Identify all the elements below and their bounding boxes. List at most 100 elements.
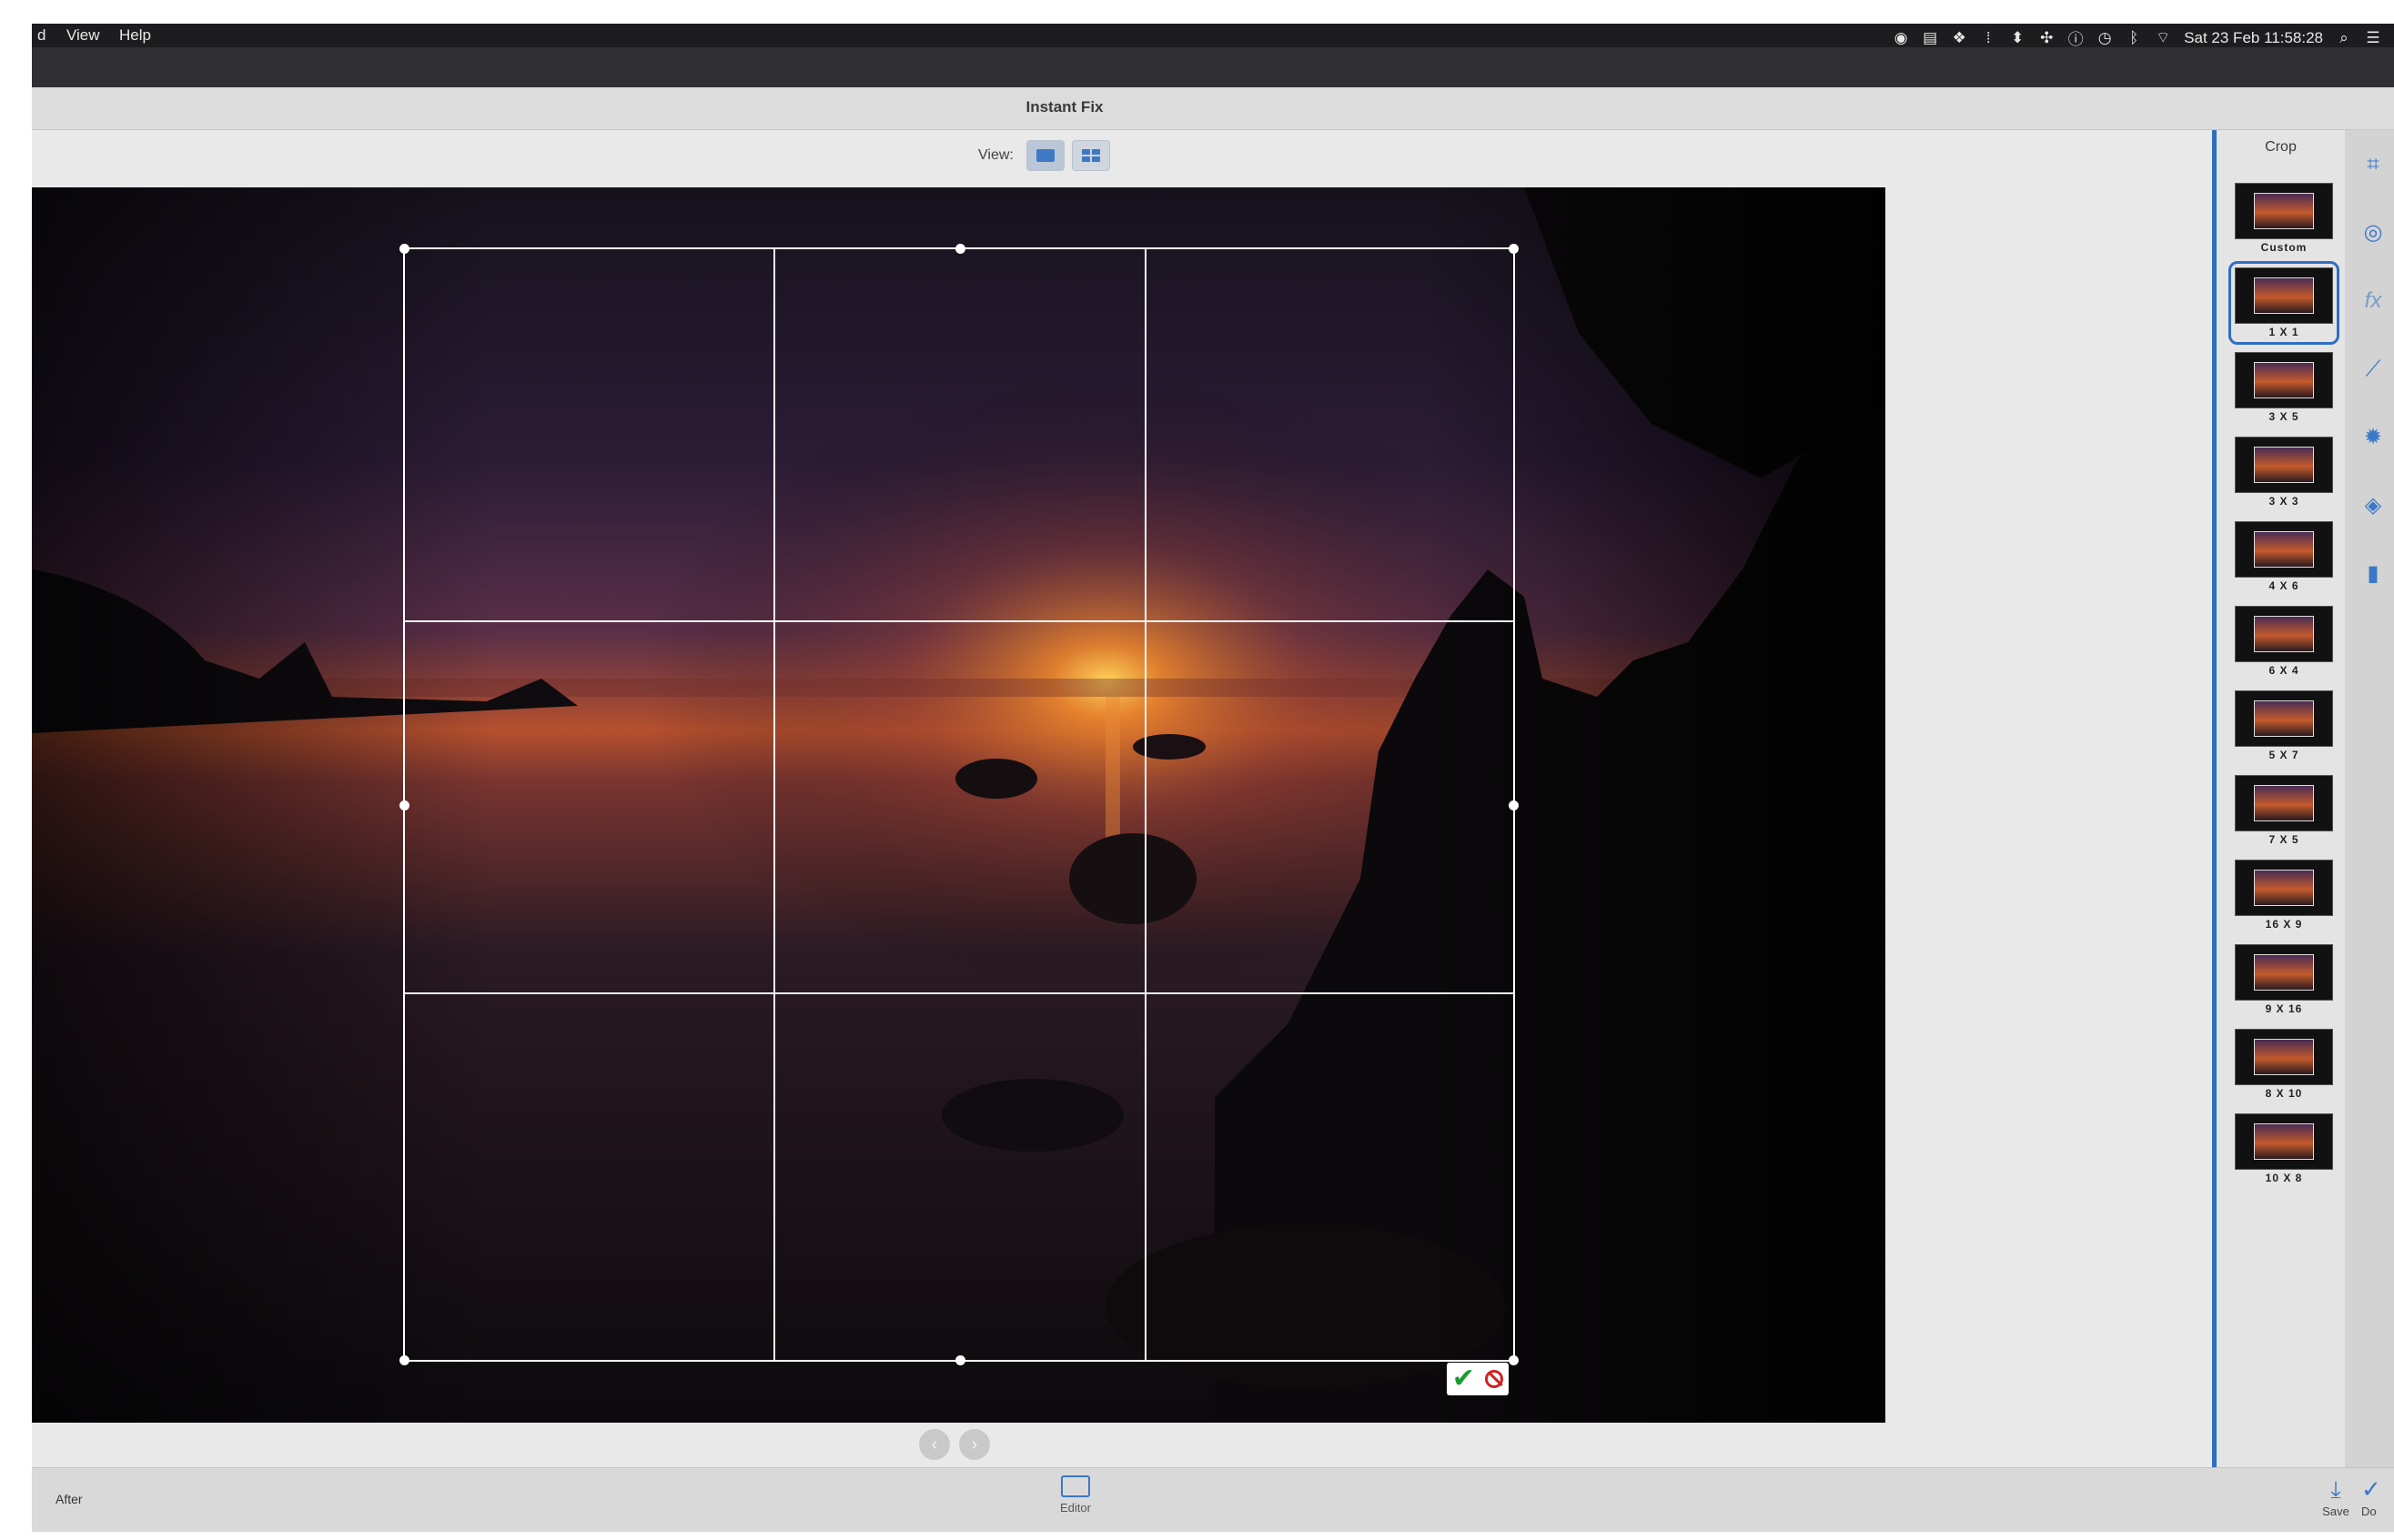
- crop-preset-1x1[interactable]: 1 X 1: [2228, 261, 2339, 345]
- editor-button[interactable]: Editor: [1044, 1475, 1107, 1515]
- preset-thumbnail: [2235, 183, 2333, 239]
- grid-view-icon: [1081, 149, 1100, 162]
- thumbnail-image: [2254, 954, 2314, 991]
- menubar-clock[interactable]: Sat 23 Feb 11:58:28: [2184, 29, 2323, 47]
- crop-box[interactable]: [399, 244, 1519, 1365]
- compare-view-button[interactable]: [1071, 140, 1110, 171]
- grid-line-h1: [405, 620, 1513, 622]
- crop-handle-top-left[interactable]: [399, 244, 409, 254]
- crop-tool-icon[interactable]: ⌗: [2361, 153, 2385, 176]
- color-icon[interactable]: ◈: [2361, 494, 2385, 518]
- photo-pager: ‹ ›: [919, 1429, 990, 1460]
- save-label: Save: [2322, 1505, 2349, 1518]
- effects-fx-icon[interactable]: fx: [2361, 289, 2385, 313]
- dropbox-icon[interactable]: ❖: [1951, 29, 1967, 47]
- grid-line-v2: [1145, 249, 1146, 1360]
- document-icon[interactable]: ▤: [1922, 29, 1938, 47]
- grid-line-h2: [405, 992, 1513, 994]
- single-view-button[interactable]: [1025, 140, 1065, 171]
- camera-icon[interactable]: ◉: [1893, 29, 1909, 47]
- window-title: Instant Fix: [1025, 98, 1104, 116]
- after-toggle-label[interactable]: After: [56, 1492, 83, 1506]
- tool-rail: ⌗ ◎ fx ⟋ ✹ ◈ ▮: [2345, 130, 2394, 1467]
- thumbnail-image: [2254, 616, 2314, 652]
- window-titlebar: Instant Fix: [32, 87, 2394, 130]
- crop-preset-9x16[interactable]: 9 X 16: [2235, 944, 2333, 1015]
- preset-label: 10 X 8: [2265, 1172, 2303, 1184]
- crop-handle-top-right[interactable]: [1509, 244, 1519, 254]
- preset-thumbnail: [2235, 775, 2333, 831]
- cancel-crop-button[interactable]: [1485, 1370, 1504, 1388]
- crop-handle-bottom-left[interactable]: [399, 1355, 409, 1365]
- network-icon[interactable]: ⬍: [2009, 29, 2025, 47]
- crop-handle-bottom[interactable]: [955, 1355, 965, 1365]
- crop-preset-16x9[interactable]: 16 X 9: [2235, 860, 2333, 931]
- crop-presets-panel: Crop Custom 1 X 1 3 X 5 3 X 3 4 X 6 6 X 4 5 X …: [2212, 130, 2345, 1467]
- status-area: ◉ ▤ ❖ ⁞ ⬍ ✣ ⓘ ◷ ᛒ ⌔ Sat 23 Feb 11:58:28 …: [1893, 26, 2381, 49]
- preset-label: 6 X 4: [2268, 664, 2299, 677]
- panel-title: Crop: [2265, 139, 2297, 155]
- done-check-icon: ✓: [2361, 1477, 2381, 1503]
- preset-thumbnail: [2235, 860, 2333, 916]
- previous-photo-button[interactable]: ‹: [919, 1429, 950, 1460]
- preset-label: 7 X 5: [2268, 833, 2299, 846]
- app-toolbar: [32, 47, 2394, 87]
- menu-bar: d View Help ◉ ▤ ❖ ⁞ ⬍ ✣ ⓘ ◷ ᛒ ⌔ Sat 23 F…: [32, 24, 2394, 49]
- crop-handle-bottom-right[interactable]: [1509, 1355, 1519, 1365]
- editor-label: Editor: [1060, 1501, 1091, 1515]
- thumbnail-image: [2254, 785, 2314, 821]
- crop-preset-3x5[interactable]: 3 X 5: [2235, 352, 2333, 423]
- thumbnail-image: [2254, 700, 2314, 737]
- menu-item-view[interactable]: View: [66, 26, 100, 45]
- crop-preset-custom[interactable]: Custom: [2235, 183, 2333, 254]
- magic-wand-icon[interactable]: ⟋: [2361, 357, 2385, 381]
- list-icon[interactable]: ☰: [2365, 29, 2381, 47]
- crop-handle-right[interactable]: [1509, 800, 1519, 810]
- bars-icon[interactable]: ⁞: [1980, 29, 1996, 47]
- preset-thumbnail: [2235, 606, 2333, 662]
- bluetooth-icon[interactable]: ᛒ: [2126, 29, 2142, 47]
- wifi-icon[interactable]: ⌔: [2155, 28, 2171, 47]
- crop-preset-10x8[interactable]: 10 X 8: [2235, 1113, 2333, 1184]
- preset-thumbnail: [2235, 521, 2333, 578]
- thumbnail-image: [2254, 277, 2314, 314]
- menu-item-help[interactable]: Help: [119, 26, 151, 45]
- crop-preset-3x3[interactable]: 3 X 3: [2235, 437, 2333, 508]
- view-label: View:: [978, 147, 1014, 163]
- done-button[interactable]: ✓ Do: [2361, 1477, 2392, 1518]
- single-view-icon: [1035, 149, 1055, 162]
- crop-handle-top[interactable]: [955, 244, 965, 254]
- next-photo-button[interactable]: ›: [959, 1429, 990, 1460]
- preset-thumbnail: [2235, 1029, 2333, 1085]
- crop-preset-7x5[interactable]: 7 X 5: [2235, 775, 2333, 846]
- menu-item-app[interactable]: d: [37, 26, 45, 45]
- thumbnail-image: [2254, 362, 2314, 398]
- thumbnail-image: [2254, 193, 2314, 229]
- preset-label: 5 X 7: [2268, 749, 2299, 761]
- preset-thumbnail: [2235, 267, 2333, 324]
- grid-line-v1: [773, 249, 775, 1360]
- crop-preset-4x6[interactable]: 4 X 6: [2235, 521, 2333, 592]
- straighten-icon[interactable]: ▮: [2361, 562, 2385, 586]
- crop-preset-8x10[interactable]: 8 X 10: [2235, 1029, 2333, 1100]
- crop-preset-6x4[interactable]: 6 X 4: [2235, 606, 2333, 677]
- sync-icon[interactable]: ✣: [2038, 29, 2055, 47]
- brightness-icon[interactable]: ✹: [2361, 426, 2385, 449]
- thumbnail-image: [2254, 447, 2314, 483]
- preset-thumbnail: [2235, 944, 2333, 1001]
- crop-handle-left[interactable]: [399, 800, 409, 810]
- preset-label: 9 X 16: [2265, 1002, 2303, 1015]
- preset-label: 4 X 6: [2268, 579, 2299, 592]
- thumbnail-image: [2254, 870, 2314, 906]
- preset-thumbnail: [2235, 690, 2333, 747]
- confirm-crop-button[interactable]: ✔: [1452, 1365, 1475, 1393]
- search-icon[interactable]: ⌕: [2336, 29, 2352, 47]
- red-eye-tool-icon[interactable]: ◎: [2361, 221, 2385, 245]
- download-icon: ⤓: [2330, 1475, 2341, 1503]
- info-icon[interactable]: ⓘ: [2067, 26, 2084, 49]
- save-button[interactable]: ⤓ Save: [2318, 1477, 2354, 1518]
- clock-icon[interactable]: ◷: [2096, 29, 2113, 47]
- preset-label: 1 X 1: [2268, 326, 2299, 338]
- view-switcher: View:: [978, 140, 1110, 171]
- crop-preset-5x7[interactable]: 5 X 7: [2235, 690, 2333, 761]
